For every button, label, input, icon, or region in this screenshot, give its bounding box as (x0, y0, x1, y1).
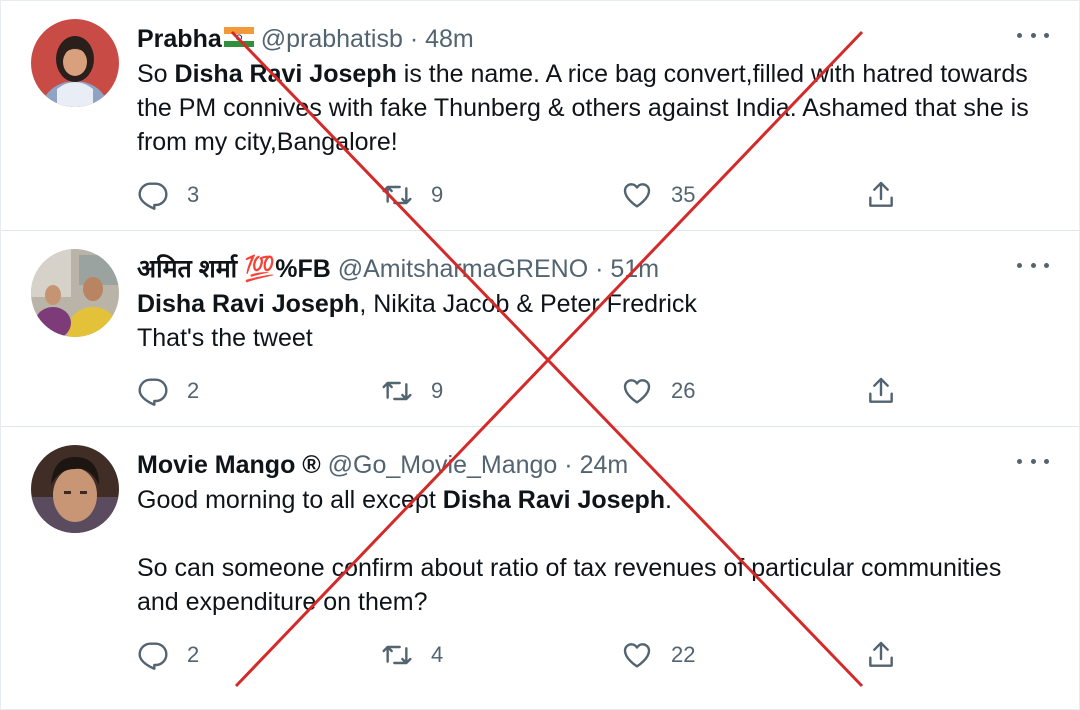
retweet-count: 9 (431, 378, 444, 403)
text-part: Good morning to all except (137, 486, 443, 514)
timestamp[interactable]: 24m (580, 451, 629, 479)
reply-count: 2 (187, 378, 200, 403)
retweet-icon (382, 185, 412, 205)
retweet-icon (382, 645, 412, 665)
share-icon (869, 641, 893, 667)
retweet-count: 4 (431, 642, 444, 667)
text-part: So (137, 60, 175, 88)
reply-count: 2 (187, 642, 200, 667)
tweet-2[interactable]: अमित शर्मा 💯%FB @AmitsharmaGRENO · 51m D… (1, 231, 1080, 427)
retweet-button[interactable]: 9 (381, 175, 443, 215)
retweet-button[interactable]: 9 (381, 371, 443, 411)
reply-icon (138, 642, 168, 670)
timestamp[interactable]: 48m (425, 25, 474, 53)
tweet-actions: 2 4 22 (137, 635, 917, 675)
text-part: . (665, 486, 672, 514)
reply-icon (138, 182, 168, 210)
text-paragraph: So can someone confirm about ratio of ta… (137, 554, 1002, 616)
share-icon (869, 181, 893, 207)
reply-icon (138, 378, 168, 406)
like-count: 35 (671, 182, 696, 207)
tweet-3[interactable]: Movie Mango ® @Go_Movie_Mango · 24m Good… (1, 427, 1080, 691)
reply-button[interactable]: 2 (137, 635, 199, 675)
user-handle[interactable]: @Go_Movie_Mango (328, 451, 558, 479)
tweet-header: Prabha @prabhatisb · 48m (137, 23, 474, 55)
more-options-icon[interactable] (1017, 25, 1049, 45)
tweet-text: Disha Ravi Joseph, Nikita Jacob & Peter … (137, 287, 1037, 355)
tweet-actions: 3 9 35 (137, 175, 917, 215)
text-part: That's the tweet (137, 324, 313, 352)
heart-icon (623, 379, 651, 404)
tweet-actions: 2 9 26 (137, 371, 917, 411)
display-name[interactable]: Movie Mango ® (137, 451, 321, 479)
india-flag-icon (223, 24, 254, 56)
heart-icon (623, 183, 651, 208)
more-options-icon[interactable] (1017, 255, 1049, 275)
tweet-text: Good morning to all except Disha Ravi Jo… (137, 483, 1037, 619)
reply-button[interactable]: 2 (137, 371, 199, 411)
heart-icon (623, 643, 651, 668)
like-button[interactable]: 22 (621, 635, 695, 675)
text-bold: Disha Ravi Joseph (137, 290, 360, 318)
text-bold: Disha Ravi Joseph (442, 486, 666, 514)
avatar-prabha[interactable] (31, 19, 119, 107)
tweet-list: Prabha @prabhatisb · 48m So Disha Ravi J… (0, 0, 1080, 710)
display-name[interactable]: अमित शर्मा 💯%FB (137, 255, 331, 283)
retweet-icon (382, 381, 412, 401)
tweet-header: Movie Mango ® @Go_Movie_Mango · 24m (137, 449, 628, 481)
separator-dot: · (595, 255, 604, 283)
reply-button[interactable]: 3 (137, 175, 199, 215)
like-count: 26 (671, 378, 696, 403)
like-button[interactable]: 35 (621, 175, 695, 215)
retweet-button[interactable]: 4 (381, 635, 443, 675)
reply-count: 3 (187, 182, 200, 207)
share-button[interactable] (865, 635, 897, 675)
user-handle[interactable]: @prabhatisb (261, 25, 403, 53)
text-bold: Disha Ravi Joseph (174, 60, 397, 88)
like-count: 22 (671, 642, 696, 667)
more-options-icon[interactable] (1017, 451, 1049, 471)
avatar-amit[interactable] (31, 249, 119, 337)
separator-dot: · (564, 451, 573, 479)
timestamp[interactable]: 51m (610, 255, 659, 283)
like-button[interactable]: 26 (621, 371, 695, 411)
user-handle[interactable]: @AmitsharmaGRENO (338, 255, 588, 283)
share-button[interactable] (865, 371, 897, 411)
text-part: , Nikita Jacob & Peter Fredrick (359, 290, 697, 318)
separator-dot: · (409, 25, 419, 53)
share-icon (869, 377, 893, 403)
tweet-text: So Disha Ravi Joseph is the name. A rice… (137, 57, 1037, 159)
tweet-header: अमित शर्मा 💯%FB @AmitsharmaGRENO · 51m (137, 253, 659, 285)
avatar-movie-mango[interactable] (31, 445, 119, 533)
display-name[interactable]: Prabha (137, 25, 222, 53)
share-button[interactable] (865, 175, 897, 215)
retweet-count: 9 (431, 182, 444, 207)
tweet-1[interactable]: Prabha @prabhatisb · 48m So Disha Ravi J… (1, 1, 1080, 231)
